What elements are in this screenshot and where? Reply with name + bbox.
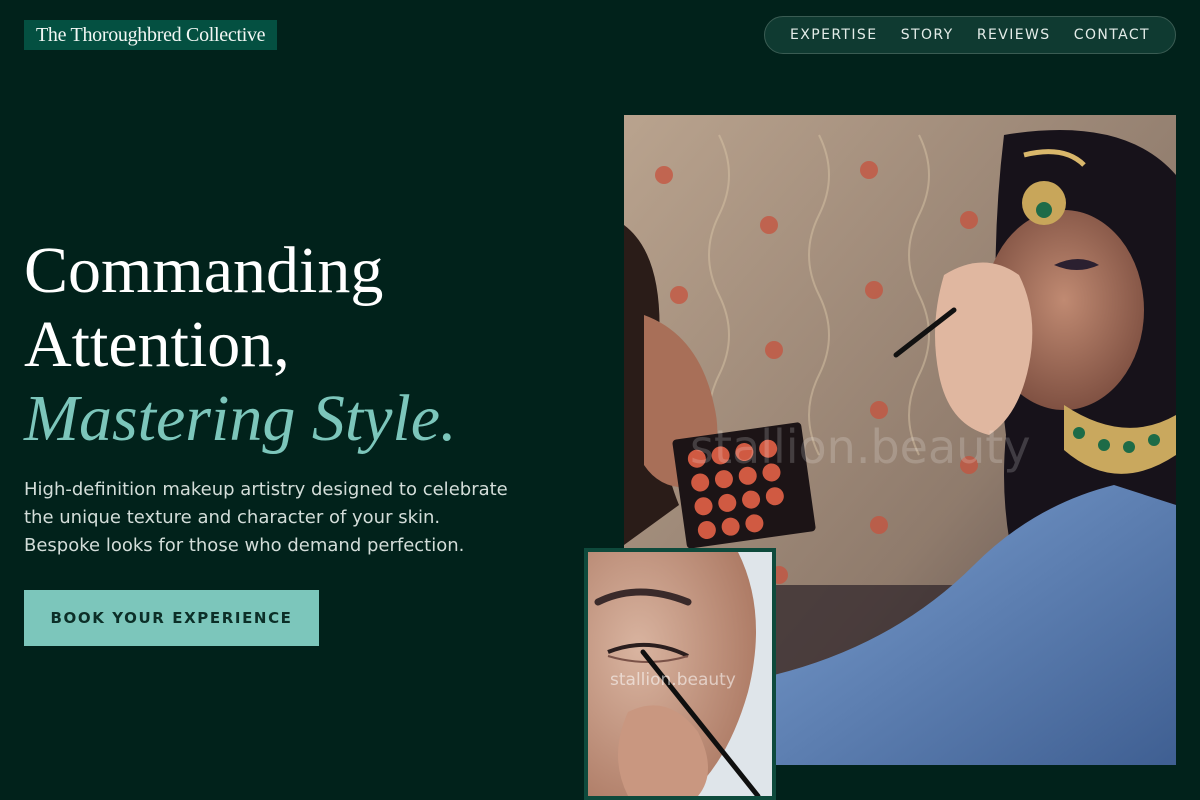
headline-accent: Mastering Style. [24, 382, 457, 455]
landing-page: The Thoroughbred Collective EXPERTISE ST… [0, 0, 1200, 800]
subcopy-line: Bespoke looks for those who demand perfe… [24, 535, 465, 556]
inset-watermark: stallion.beauty [610, 670, 736, 690]
nav-link-reviews[interactable]: REVIEWS [977, 27, 1051, 43]
brand-logo[interactable]: The Thoroughbred Collective [24, 20, 278, 50]
nav-link-story[interactable]: STORY [901, 27, 954, 43]
nav-link-expertise[interactable]: EXPERTISE [790, 27, 877, 43]
headline-line-2: Attention, [24, 308, 290, 381]
nav-link-contact[interactable]: CONTACT [1074, 27, 1150, 43]
photo-watermark: stallion.beauty [690, 420, 1031, 474]
hero-photo-inset: stallion.beauty [584, 548, 776, 800]
main-nav: EXPERTISE STORY REVIEWS CONTACT [764, 16, 1176, 54]
subcopy-line: High-definition makeup artistry designed… [24, 479, 508, 500]
headline-line-1: Commanding [24, 234, 384, 307]
hero-subcopy: High-definition makeup artistry designed… [24, 476, 564, 560]
hero-headline: Commanding Attention, Mastering Style. [24, 234, 584, 456]
book-experience-button[interactable]: BOOK YOUR EXPERIENCE [24, 590, 319, 646]
subcopy-line: the unique texture and character of your… [24, 507, 441, 528]
